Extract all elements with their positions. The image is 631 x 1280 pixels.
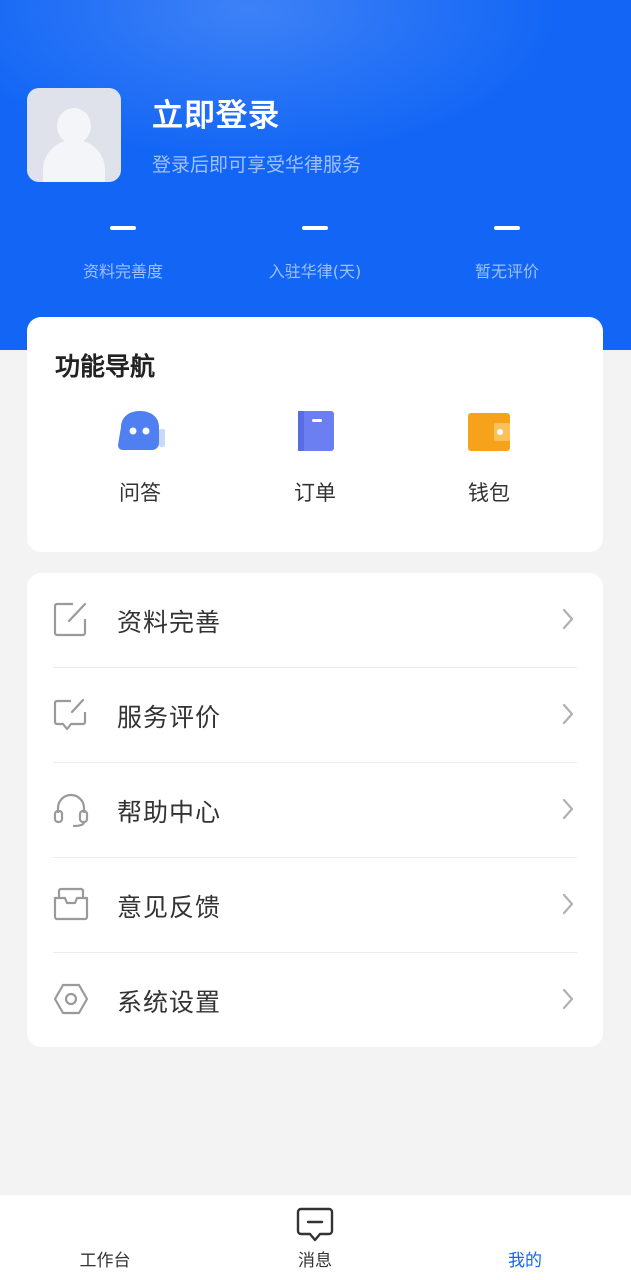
chat-bot-icon <box>115 409 165 455</box>
chevron-right-icon <box>562 703 574 725</box>
feedback-icon <box>53 887 89 921</box>
tab-label: 工作台 <box>79 1251 131 1271</box>
menu-item-label: 系统设置 <box>117 988 222 1017</box>
stat-value-placeholder <box>110 226 136 230</box>
tab-label: 我的 <box>508 1251 542 1271</box>
menu-item-system-settings[interactable]: 系统设置 <box>53 953 577 1047</box>
headset-icon <box>53 793 89 827</box>
avatar-placeholder-head <box>57 108 91 144</box>
menu-item-label: 资料完善 <box>117 608 222 637</box>
tab-mine[interactable]: 我的 <box>465 1246 585 1271</box>
menu-item-help-center[interactable]: 帮助中心 <box>53 763 577 858</box>
menu-item-profile-completion[interactable]: 资料完善 <box>53 573 577 668</box>
settings-menu-card: 资料完善 服务评价 帮助中心 意见反馈 系统设置 <box>27 573 603 1047</box>
nav-item-label: 钱包 <box>468 481 510 505</box>
menu-item-feedback[interactable]: 意见反馈 <box>53 858 577 953</box>
stat-label: 暂无评价 <box>474 262 539 281</box>
login-button[interactable]: 立即登录 <box>152 90 280 135</box>
nav-item-orders[interactable]: 订单 <box>255 409 375 507</box>
menu-item-label: 意见反馈 <box>117 893 222 922</box>
nav-item-label: 订单 <box>294 481 336 505</box>
menu-item-label: 服务评价 <box>117 703 222 732</box>
nav-item-wallet[interactable]: 钱包 <box>429 409 549 507</box>
chevron-right-icon <box>562 798 574 820</box>
feature-nav-card: 功能导航 问答 订单 钱包 <box>27 317 603 552</box>
stat-label: 资料完善度 <box>82 262 163 281</box>
stat-value-placeholder <box>494 226 520 230</box>
bottom-tab-bar: 工作台 消息 我的 <box>0 1195 631 1280</box>
stat-label: 入驻华律(天) <box>268 262 362 281</box>
stat-profile-completion: 资料完善度 <box>23 212 223 282</box>
chevron-right-icon <box>562 608 574 630</box>
settings-icon <box>53 983 89 1015</box>
tab-workbench[interactable]: 工作台 <box>45 1246 165 1271</box>
menu-item-label: 帮助中心 <box>117 798 222 827</box>
avatar-placeholder-body <box>43 140 105 182</box>
message-icon <box>296 1207 334 1242</box>
stat-reviews: 暂无评价 <box>407 212 607 282</box>
stat-value-placeholder <box>302 226 328 230</box>
avatar[interactable] <box>27 88 121 182</box>
order-book-icon <box>290 409 340 455</box>
tab-messages[interactable]: 消息 <box>255 1207 375 1271</box>
menu-item-service-review[interactable]: 服务评价 <box>53 668 577 763</box>
stat-days-joined: 入驻华律(天) <box>215 212 415 282</box>
wallet-icon <box>464 409 514 455</box>
review-icon <box>53 698 87 731</box>
nav-item-label: 问答 <box>119 481 161 505</box>
nav-item-qa[interactable]: 问答 <box>80 409 200 507</box>
login-subtitle: 登录后即可享受华律服务 <box>152 154 362 176</box>
edit-icon <box>53 602 87 637</box>
chevron-right-icon <box>562 893 574 915</box>
feature-nav-title: 功能导航 <box>55 352 156 381</box>
tab-label: 消息 <box>298 1251 332 1271</box>
chevron-right-icon <box>562 988 574 1010</box>
